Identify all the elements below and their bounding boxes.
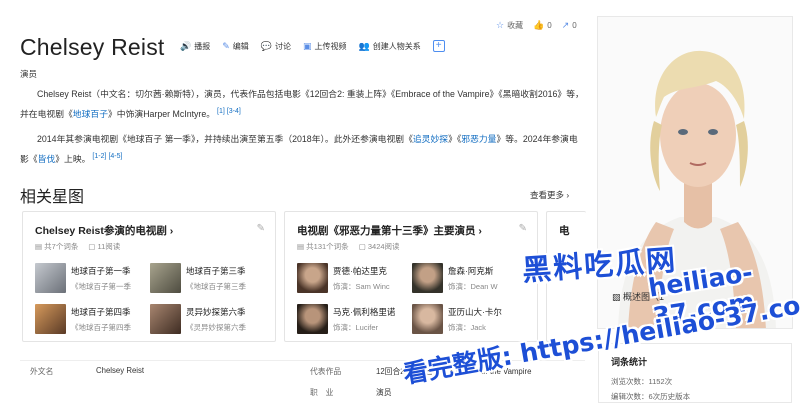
- reference-link[interactable]: [1-2]: [92, 153, 106, 160]
- card-meta: ▤ 共7个词条 ▢ 11阅读: [35, 241, 120, 252]
- pencil-icon[interactable]: ✎: [257, 223, 265, 234]
- card-items: 贾德·帕达里克 饰演：Sam Winc 詹森·阿克斯 饰演：Dean W 马克·佩利…: [297, 263, 529, 334]
- entry-count: ▤ 共7个词条: [35, 242, 79, 251]
- reference-link[interactable]: [1]: [217, 108, 225, 115]
- list-item[interactable]: 地球百子第四季 《地球百子第四季: [35, 304, 148, 334]
- star-map-card-supernatural-cast[interactable]: 电视剧《邪恶力量第十三季》主要演员 › ✎ ▤ 共131个词条 ▢ 3424阅读…: [284, 211, 538, 342]
- page-title: Chelsey Reist: [20, 34, 165, 60]
- actor-thumbnail: [297, 304, 328, 334]
- summary-paragraph-1: Chelsey Reist（中文名：切尔茜·赖斯特），演员，代表作品包括电影《1…: [20, 89, 584, 119]
- info-label-occupation: 职 业: [310, 388, 334, 397]
- edit-count[interactable]: 编辑次数：6次历史版本: [611, 391, 690, 402]
- link-the-100[interactable]: 地球百子: [73, 109, 108, 119]
- list-item[interactable]: 地球百子第三季 《地球百子第三季: [150, 263, 263, 293]
- card-meta: ▤ 共131个词条 ▢ 3424阅读: [297, 241, 400, 252]
- info-label-works: 代表作品: [310, 367, 342, 376]
- share-icon: ↗: [561, 20, 570, 30]
- poster-thumbnail: [35, 263, 66, 293]
- stats-title: 词条统计: [611, 357, 648, 367]
- link-psych[interactable]: 追灵妙探: [413, 134, 448, 144]
- actor-thumbnail: [412, 263, 443, 293]
- thumb-up-icon: 👍: [533, 20, 545, 30]
- collect-button[interactable]: ☆ 收藏: [496, 20, 523, 31]
- entry-count: ▤ 共131个词条: [297, 242, 349, 251]
- star-icon: ☆: [496, 20, 505, 30]
- entry-actions: ☆ 收藏 👍 0 ↗ 0: [496, 20, 577, 31]
- poster-thumbnail: [35, 304, 66, 334]
- summary-paragraph-2: 2014年其参演电视剧《地球百子 第一季》，并持续出演至第五季（2018年）。此…: [20, 134, 578, 164]
- chat-icon: 💬: [260, 40, 272, 51]
- edit-button[interactable]: ✎ 编辑: [222, 41, 249, 52]
- read-count: ▢ 11阅读: [88, 242, 121, 251]
- people-icon: 👥: [358, 40, 370, 51]
- info-value-occupation: 演员: [376, 388, 392, 397]
- actor-thumbnail: [297, 263, 328, 293]
- list-item[interactable]: 贾德·帕达里克 饰演：Sam Winc: [297, 263, 410, 293]
- list-item[interactable]: 詹森·阿克斯 饰演：Dean W: [412, 263, 525, 293]
- card-title[interactable]: 电: [559, 223, 570, 238]
- info-value-foreign-name: Chelsey Reist: [96, 366, 145, 375]
- link-supernatural[interactable]: 邪恶力量: [461, 134, 496, 144]
- card-items: 地球百子第一季 《地球百子第一季 地球百子第三季 《地球百子第三季 地球百子第四季《…: [35, 263, 267, 334]
- view-count: 浏览次数：1152次: [611, 377, 673, 386]
- info-label-foreign-name: 外文名: [30, 367, 54, 376]
- read-count: ▢ 3424阅读: [358, 242, 400, 251]
- speaker-icon: 🔊: [180, 40, 192, 51]
- list-item[interactable]: 地球百子第一季 《地球百子第一季: [35, 263, 148, 293]
- reference-link[interactable]: [4-5]: [108, 153, 122, 160]
- create-relation-button[interactable]: 👥 创建人物关系: [359, 41, 421, 52]
- star-map-card-tv-series[interactable]: Chelsey Reist参演的电视剧 › ✎ ▤ 共7个词条 ▢ 11阅读 地…: [22, 211, 276, 342]
- image-icon: ▨: [612, 292, 621, 302]
- list-item[interactable]: 灵异妙探第六季 《灵异妙探第六季: [150, 304, 263, 334]
- list-item[interactable]: 亚历山大·卡尔 饰演：Jack: [412, 304, 525, 334]
- card-title[interactable]: Chelsey Reist参演的电视剧 ›: [35, 223, 173, 238]
- video-icon: ▣: [302, 40, 312, 51]
- pencil-icon: ✎: [222, 40, 230, 51]
- list-item[interactable]: 马克·佩利格里诺 饰演：Lucifer: [297, 304, 410, 334]
- broadcast-button[interactable]: 🔊 播报: [180, 41, 210, 52]
- see-more-link[interactable]: 查看更多 ›: [530, 189, 569, 201]
- upload-video-button[interactable]: ▣ 上传视频: [303, 41, 347, 52]
- share-button[interactable]: ↗ 0: [562, 20, 577, 31]
- discuss-button[interactable]: 💬 讨论: [261, 41, 291, 52]
- add-icon[interactable]: +: [432, 40, 445, 52]
- reference-link[interactable]: [3-4]: [227, 108, 241, 115]
- poster-thumbnail: [150, 263, 181, 293]
- card-title[interactable]: 电视剧《邪恶力量第十三季》主要演员 ›: [297, 223, 482, 238]
- section-title: 相关星图: [20, 189, 85, 206]
- link-clearcut[interactable]: 皆伐: [38, 154, 56, 164]
- pencil-icon[interactable]: ✎: [519, 223, 527, 234]
- poster-thumbnail: [150, 304, 181, 334]
- title-action-bar: 🔊 播报 ✎ 编辑 💬 讨论 ▣ 上传视频 👥 创建人物关系 +: [180, 40, 445, 52]
- like-button[interactable]: 👍 0: [533, 20, 552, 31]
- actor-thumbnail: [412, 304, 443, 334]
- role-label: 演员: [20, 69, 38, 79]
